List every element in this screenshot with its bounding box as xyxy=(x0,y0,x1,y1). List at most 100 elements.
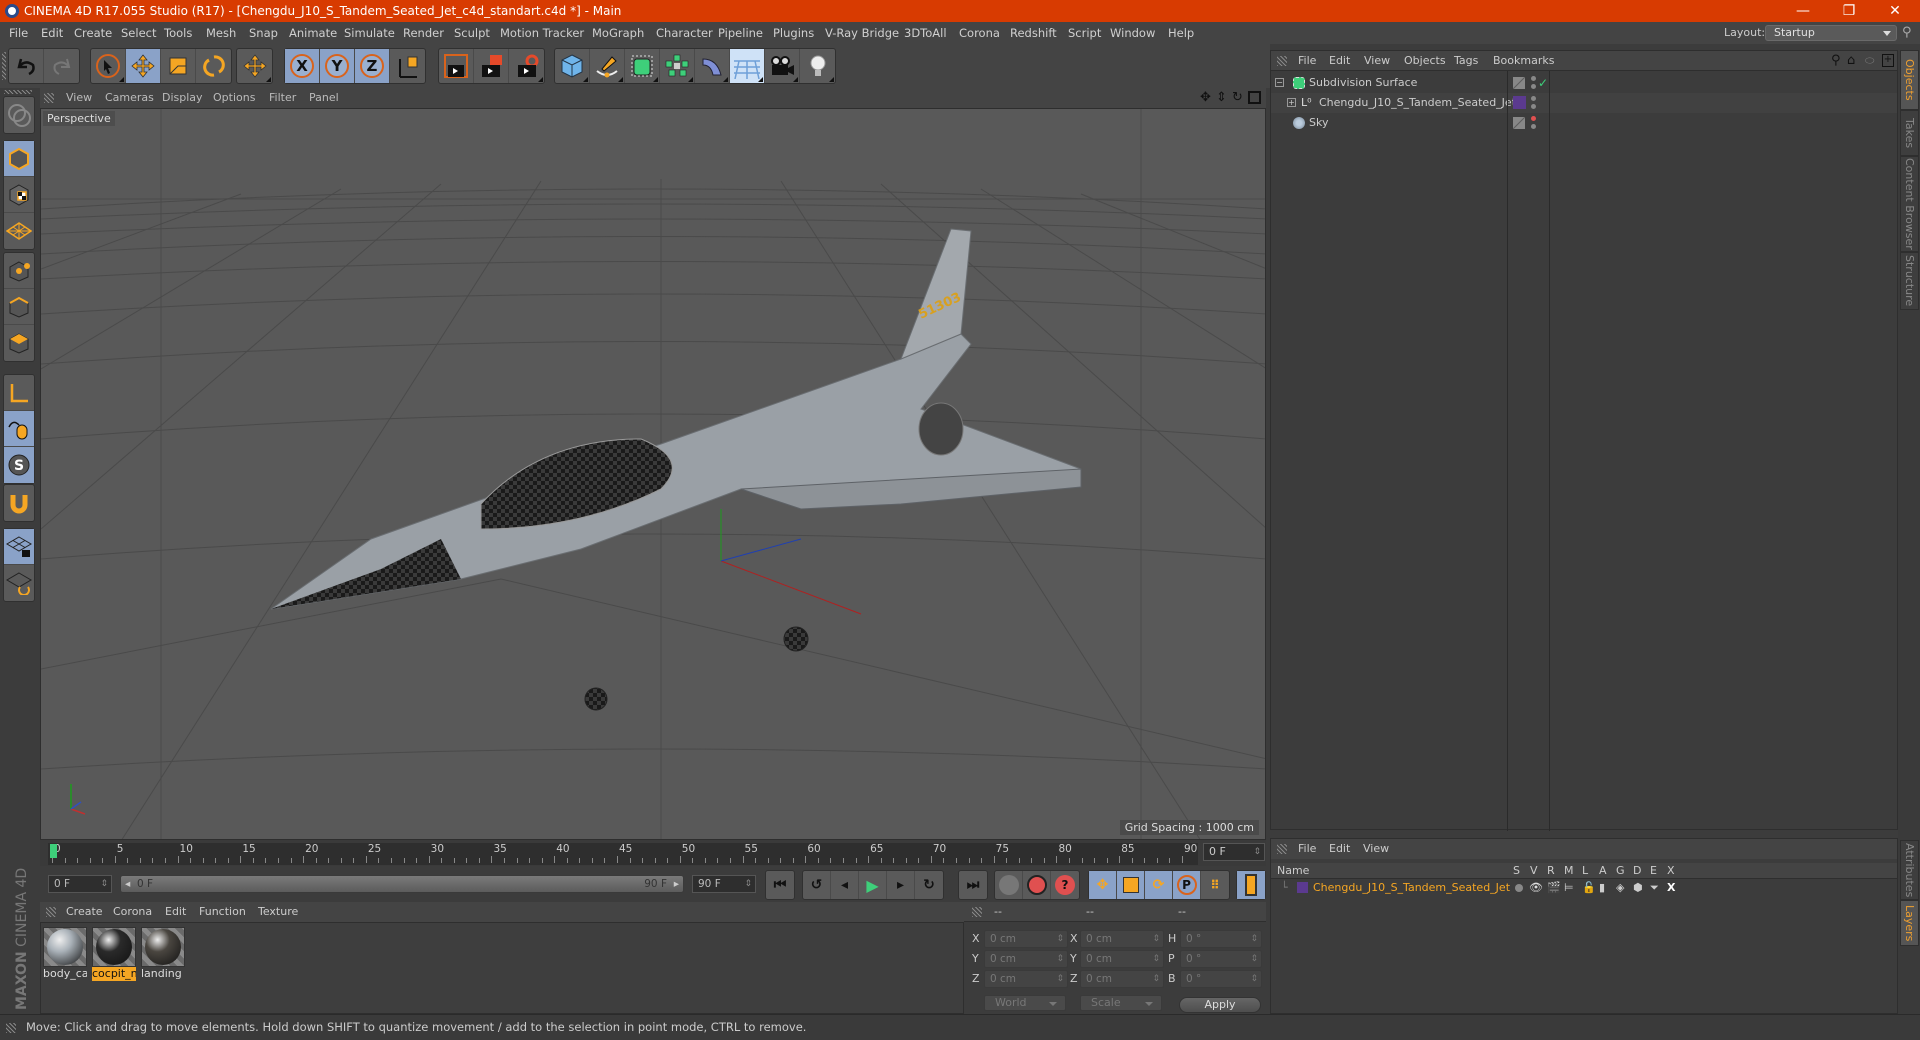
material-menu-texture[interactable]: Texture xyxy=(258,902,298,922)
go-to-end-icon[interactable]: ⏭ xyxy=(959,871,987,899)
menu-pipeline[interactable]: Pipeline xyxy=(718,22,763,44)
x-axis-lock-icon[interactable]: X xyxy=(285,49,320,83)
object-menu-objects[interactable]: Objects xyxy=(1404,51,1446,71)
make-editable-icon[interactable] xyxy=(4,97,34,133)
size-y-field[interactable]: 0 cm xyxy=(1080,950,1164,968)
subdivision-surface-icon[interactable] xyxy=(625,49,660,83)
column-name[interactable]: Name xyxy=(1277,863,1309,879)
play-icon[interactable]: ▶ xyxy=(859,871,887,899)
workplane-mode-icon[interactable] xyxy=(4,213,34,249)
material-body[interactable]: body_ca xyxy=(43,927,87,981)
object-row[interactable]: − Subdivision Surface ✓ xyxy=(1271,73,1897,93)
polygons-mode-icon[interactable] xyxy=(4,325,34,361)
enabled-check-icon[interactable]: ✓ xyxy=(1538,73,1548,93)
column-visible[interactable]: V xyxy=(1530,863,1538,879)
next-keyframe-icon[interactable]: ↻ xyxy=(915,871,943,899)
render-visibility-dot[interactable] xyxy=(1531,104,1536,109)
end-frame-field[interactable]: 90 F xyxy=(692,875,756,893)
editor-visibility-dot[interactable] xyxy=(1531,96,1536,101)
zoom-view-icon[interactable]: ⇕ xyxy=(1216,88,1227,108)
object-filter-icon[interactable]: ⬭ xyxy=(1865,51,1874,71)
menu-snap[interactable]: Snap xyxy=(249,22,278,44)
tab-structure[interactable]: Structure xyxy=(1900,252,1919,310)
start-frame-field[interactable]: 0 F xyxy=(48,875,112,893)
menu-character[interactable]: Character xyxy=(656,22,713,44)
model-mode-icon[interactable] xyxy=(4,141,34,177)
scale-icon[interactable] xyxy=(161,49,196,83)
axis-mode-icon[interactable] xyxy=(4,375,34,411)
toggle-layout-icon[interactable] xyxy=(1248,91,1261,104)
layer-menu-edit[interactable]: Edit xyxy=(1329,839,1350,859)
record-keys-icon[interactable] xyxy=(1023,871,1051,899)
camera-icon[interactable] xyxy=(765,49,800,83)
material-menu-function[interactable]: Function xyxy=(199,902,246,922)
manager-icon[interactable]: ⊨ xyxy=(1564,879,1574,897)
object-menu-view[interactable]: View xyxy=(1364,51,1390,71)
expand-icon[interactable]: + xyxy=(1287,98,1296,107)
xref-icon[interactable]: X xyxy=(1667,879,1675,897)
viewport-menu-options[interactable]: Options xyxy=(213,88,255,108)
column-expressions[interactable]: E xyxy=(1650,863,1657,879)
column-xref[interactable]: X xyxy=(1667,863,1675,879)
menu-corona[interactable]: Corona xyxy=(959,22,1000,44)
object-row[interactable]: Sky xyxy=(1271,113,1897,133)
toolbar-grip[interactable] xyxy=(2,52,6,80)
solo-toggle-icon[interactable] xyxy=(1515,884,1523,892)
object-menu-tags[interactable]: Tags xyxy=(1454,51,1478,71)
menu-file[interactable]: File xyxy=(9,22,28,44)
cube-primitive-icon[interactable] xyxy=(555,49,590,83)
key-rotation-icon[interactable]: ⟳ xyxy=(1145,871,1173,899)
object-home-icon[interactable]: ⌂ xyxy=(1847,51,1855,71)
menu-script[interactable]: Script xyxy=(1068,22,1101,44)
layer-row[interactable]: └ Chengdu_J10_S_Tandem_Seated_Jet 👁 🎬 ⊨ … xyxy=(1271,879,1897,897)
key-scale-icon[interactable] xyxy=(1117,871,1145,899)
range-left-arrow-icon[interactable]: ◂ xyxy=(125,876,130,892)
layer-menu-view[interactable]: View xyxy=(1363,839,1389,859)
status-grip[interactable] xyxy=(6,1023,16,1033)
rotate-view-icon[interactable]: ↻ xyxy=(1232,88,1243,108)
prev-frame-icon[interactable]: ◂ xyxy=(831,871,859,899)
workplane-lock-icon[interactable] xyxy=(4,529,34,565)
recent-tool-icon[interactable] xyxy=(237,49,272,83)
floor-environment-icon[interactable] xyxy=(730,49,765,83)
motion-record-icon[interactable] xyxy=(995,871,1023,899)
tweak-mode-icon[interactable] xyxy=(4,411,34,447)
go-to-start-icon[interactable]: ⏮ xyxy=(766,871,794,899)
close-button[interactable]: ✕ xyxy=(1872,0,1918,22)
edges-mode-icon[interactable] xyxy=(4,289,34,325)
move-view-icon[interactable]: ✥ xyxy=(1200,88,1211,108)
object-menu-edit[interactable]: Edit xyxy=(1329,51,1350,71)
deformer-bend-icon[interactable] xyxy=(695,49,730,83)
viewport-menu-cameras[interactable]: Cameras xyxy=(105,88,154,108)
viewport-menu-display[interactable]: Display xyxy=(162,88,203,108)
pos-z-field[interactable]: 0 cm xyxy=(984,970,1068,988)
object-search-icon[interactable]: ⚲ xyxy=(1831,51,1841,71)
size-x-field[interactable]: 0 cm xyxy=(1080,930,1164,948)
column-animation[interactable]: A xyxy=(1599,863,1607,879)
select-arrow-icon[interactable] xyxy=(91,49,126,83)
frame-range-slider[interactable]: ◂ 0 F 90 F ▸ xyxy=(120,875,684,893)
rot-h-field[interactable]: 0 ° xyxy=(1180,930,1262,948)
layer-color-swatch[interactable] xyxy=(1513,96,1526,109)
menu-animate[interactable]: Animate xyxy=(289,22,337,44)
render-view-icon[interactable] xyxy=(474,49,509,83)
render-visibility-dot[interactable] xyxy=(1531,124,1536,129)
prev-keyframe-icon[interactable]: ↺ xyxy=(803,871,831,899)
animation-icon[interactable]: ▮ xyxy=(1599,879,1605,897)
editor-visibility-dot[interactable] xyxy=(1531,116,1536,121)
column-locked[interactable]: L xyxy=(1582,863,1588,879)
array-cloner-icon[interactable] xyxy=(660,49,695,83)
expression-icon[interactable]: ⏷ xyxy=(1650,879,1659,897)
generator-icon[interactable]: ◈ xyxy=(1616,879,1624,897)
new-panel-icon[interactable]: + xyxy=(1882,54,1894,67)
redo-icon[interactable] xyxy=(44,49,79,83)
points-mode-icon[interactable] xyxy=(4,253,34,289)
material-menu-corona[interactable]: Corona xyxy=(113,902,152,922)
lock-icon[interactable]: 🔓 xyxy=(1582,879,1596,897)
rot-p-field[interactable]: 0 ° xyxy=(1180,950,1262,968)
material-grip[interactable] xyxy=(46,907,56,917)
coordinates-grip[interactable] xyxy=(972,907,982,917)
object-row[interactable]: + L⁰ Chengdu_J10_S_Tandem_Seated_Jet xyxy=(1271,93,1897,113)
column-deformers[interactable]: D xyxy=(1633,863,1641,879)
render-settings-icon[interactable] xyxy=(509,49,544,83)
